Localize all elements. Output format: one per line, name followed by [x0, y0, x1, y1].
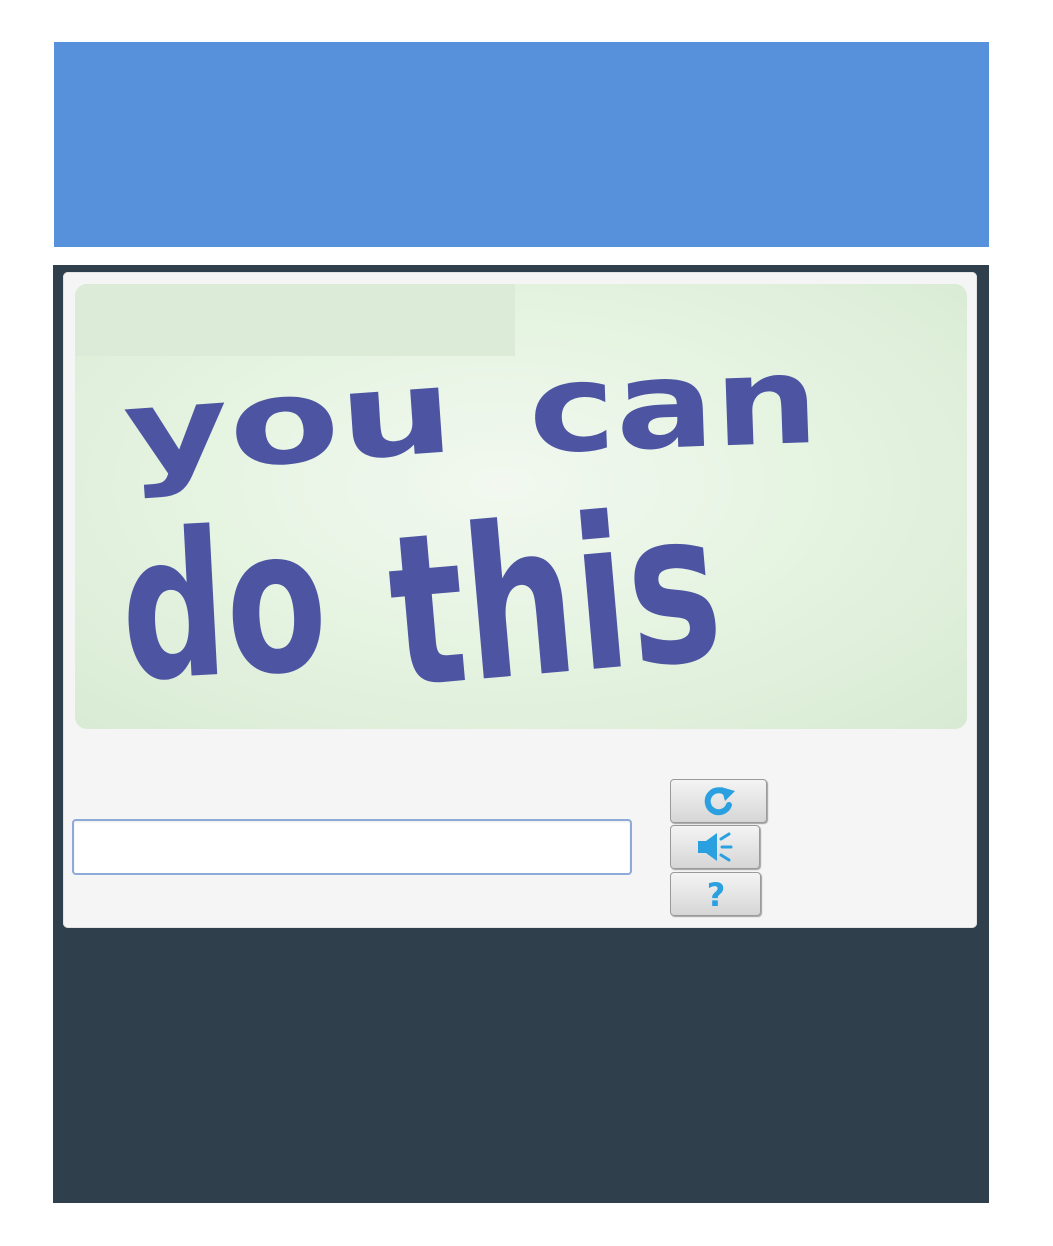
- captcha-word-3: do: [115, 484, 332, 727]
- captcha-word-4: this: [380, 463, 730, 729]
- page: you can do this ?: [0, 0, 1053, 1246]
- captcha-answer-input[interactable]: [72, 819, 632, 875]
- captcha-challenge-image: you can do this: [75, 284, 967, 729]
- captcha-word-1: you: [119, 341, 458, 502]
- speaker-icon: [698, 832, 733, 862]
- audio-captcha-button[interactable]: [670, 825, 760, 869]
- captcha-text-graphic: you can do this: [115, 329, 821, 729]
- refresh-captcha-button[interactable]: [670, 779, 767, 823]
- header-band: [54, 42, 989, 247]
- captcha-word-2: can: [526, 329, 821, 481]
- help-icon: ?: [706, 876, 725, 912]
- help-glyph: ?: [706, 876, 725, 912]
- help-captcha-button[interactable]: ?: [670, 872, 761, 916]
- refresh-icon: [704, 787, 735, 816]
